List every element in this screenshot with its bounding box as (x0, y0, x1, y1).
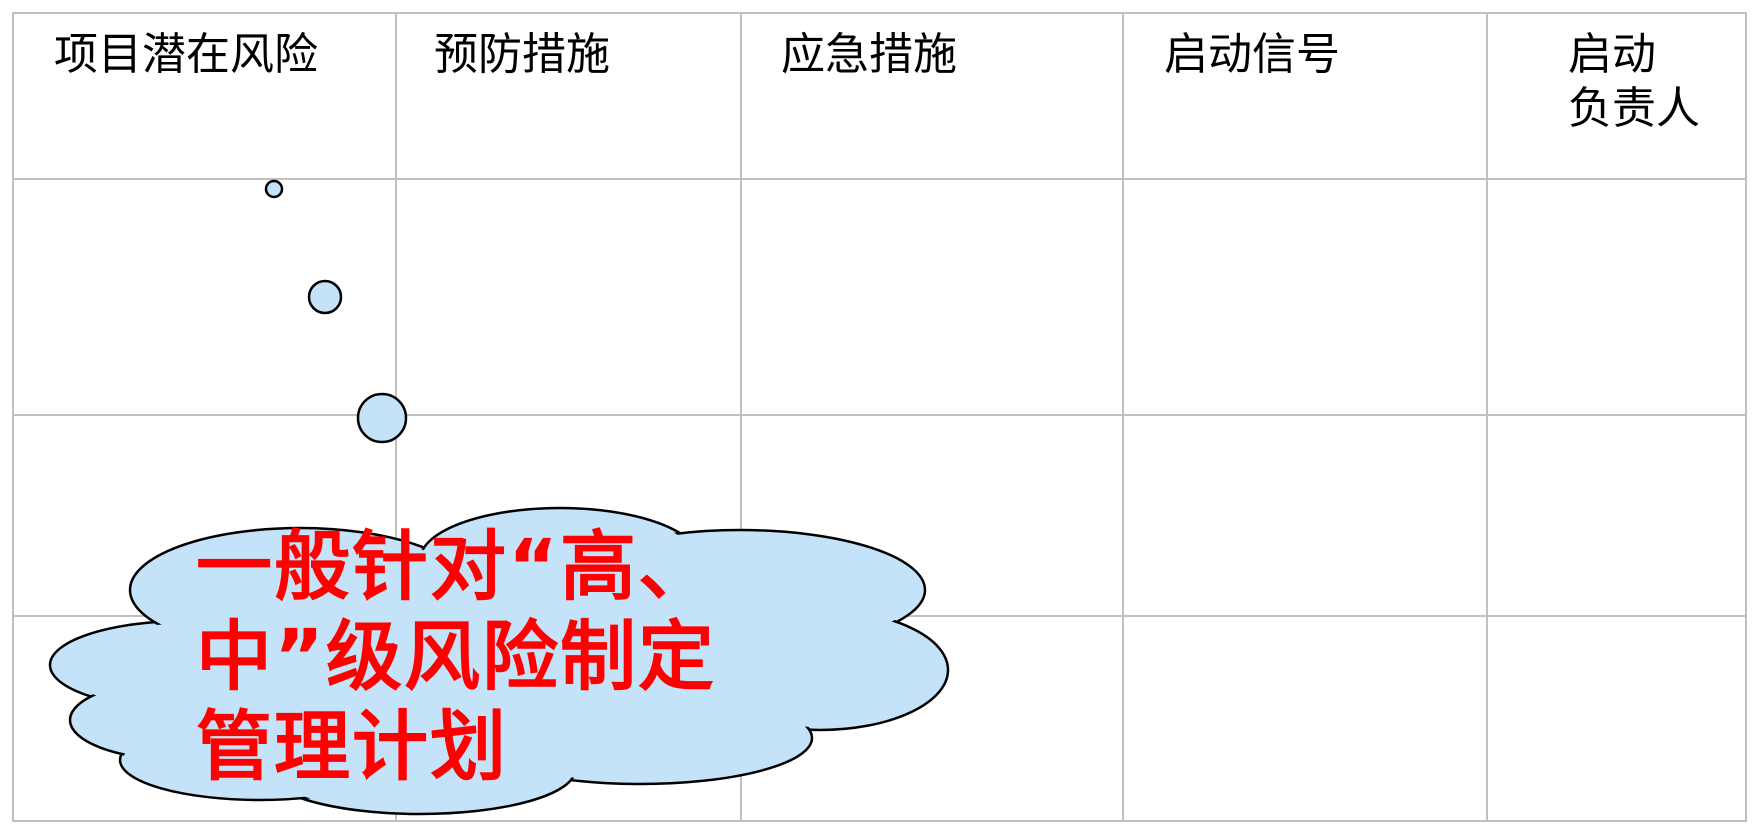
header-label-line: 启动 (1568, 29, 1656, 80)
header-label: 启动信号 (1164, 29, 1340, 80)
table-header-row: 项目潜在风险 预防措施 应急措施 启动信号 启动 负责人 (12, 12, 1747, 180)
header-label: 应急措施 (781, 29, 957, 80)
table-cell (740, 615, 1124, 822)
header-trigger-signal: 启动信号 (1122, 12, 1488, 180)
callout-text: 一般针对“高、 中”级风险制定 管理计划 (196, 522, 756, 792)
header-responsible-person: 启动 负责人 (1486, 12, 1747, 180)
callout-line: 管理计划 (196, 702, 508, 791)
header-emergency: 应急措施 (740, 12, 1124, 180)
table-cell (1122, 414, 1488, 617)
table-cell (12, 178, 397, 416)
table-cell (395, 178, 742, 416)
table-cell (1122, 178, 1488, 416)
table-cell (1486, 178, 1747, 416)
header-label: 预防措施 (434, 29, 610, 80)
table-cell (740, 414, 1124, 617)
table-row (12, 178, 1747, 416)
callout-line: 中”级风险制定 (196, 612, 716, 701)
table-cell (1486, 414, 1747, 617)
header-label-line: 负责人 (1568, 83, 1700, 134)
table-cell (1486, 615, 1747, 822)
table-cell (1122, 615, 1488, 822)
table-cell (740, 178, 1124, 416)
slide-canvas: 项目潜在风险 预防措施 应急措施 启动信号 启动 负责人 一般针对“高、 中”级… (0, 0, 1756, 825)
header-label: 项目潜在风险 (54, 29, 318, 80)
header-label: 启动 负责人 (1488, 14, 1745, 136)
header-prevention: 预防措施 (395, 12, 742, 180)
header-potential-risk: 项目潜在风险 (12, 12, 397, 180)
callout-line: 一般针对“高、 (196, 522, 716, 611)
